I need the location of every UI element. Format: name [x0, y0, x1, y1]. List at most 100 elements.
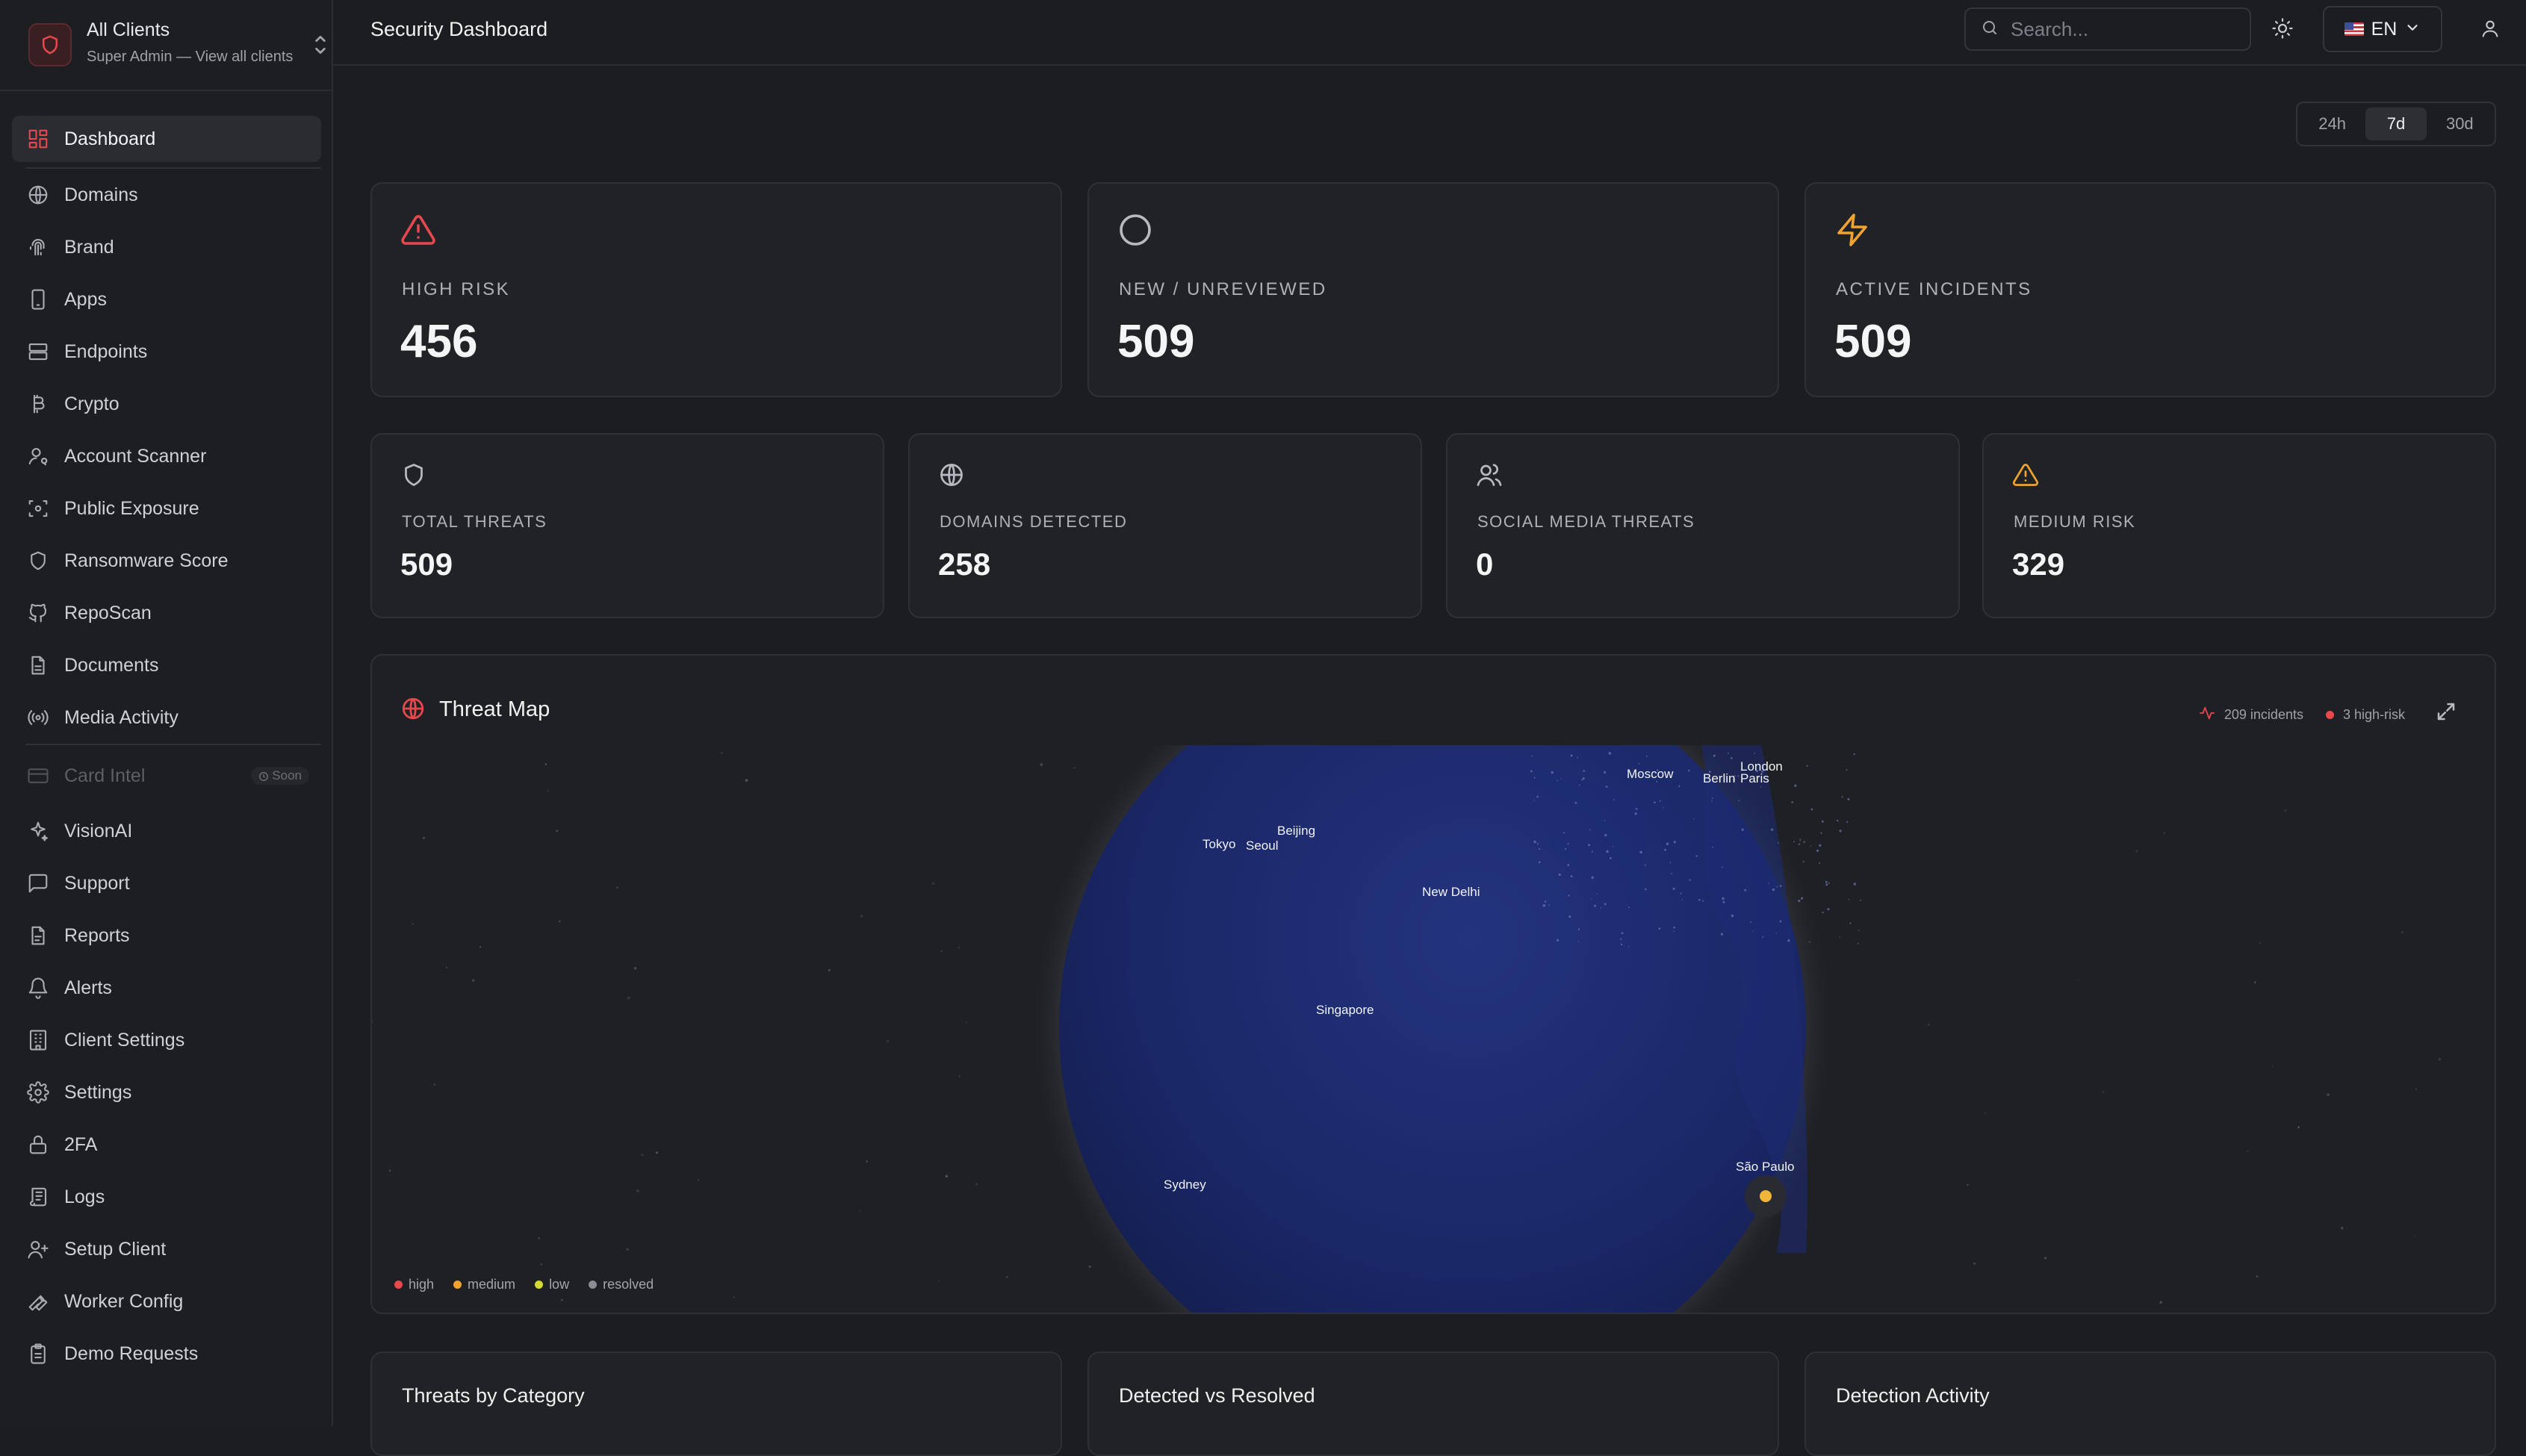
bitcoin-icon	[27, 393, 49, 415]
sidebar-item-support[interactable]: Support	[12, 860, 321, 906]
chart-card-title: Detection Activity	[1836, 1384, 1990, 1407]
stat-card-new-unreviewed[interactable]: NEW / UNREVIEWED 509	[1087, 182, 1779, 397]
sidebar-item-account-scanner[interactable]: Account Scanner	[12, 433, 321, 479]
sidebar-item-label: Account Scanner	[64, 445, 207, 467]
city-label: New Delhi	[1422, 885, 1480, 899]
expand-map-button[interactable]	[2435, 700, 2459, 724]
sidebar-item-dashboard[interactable]: Dashboard	[12, 116, 321, 162]
stat-card-high-risk[interactable]: HIGH RISK 456	[370, 182, 1062, 397]
alert-triangle-icon	[400, 212, 436, 248]
sidebar-item-2fa[interactable]: 2FA	[12, 1121, 321, 1168]
user-menu-button[interactable]	[2475, 15, 2505, 45]
sidebar: All Clients Super Admin — View all clien…	[0, 0, 333, 1426]
sidebar-item-label: Documents	[64, 654, 159, 676]
sidebar-item-endpoints[interactable]: Endpoints	[12, 329, 321, 375]
sidebar-item-setup-client[interactable]: Setup Client	[12, 1226, 321, 1272]
globe-visualization[interactable]: MoscowLondonBerlin ParisBeijingTokyo Seoul…	[372, 656, 2496, 1314]
stat-value: 258	[938, 547, 991, 582]
language-label: EN	[2371, 18, 2398, 40]
range-option-24h[interactable]: 24h	[2302, 108, 2362, 140]
us-flag-icon	[2344, 22, 2364, 36]
credit-card-icon	[27, 765, 49, 787]
sidebar-item-alerts[interactable]: Alerts	[12, 965, 321, 1011]
incidents-count: 209 incidents	[2224, 707, 2303, 722]
search-box[interactable]	[1964, 7, 2251, 51]
sidebar-item-label: Card Intel	[64, 765, 146, 786]
chart-card-threats-by-category: Threats by Category	[370, 1351, 1062, 1456]
legend-label: high	[409, 1277, 435, 1292]
range-option-30d[interactable]: 30d	[2430, 108, 2490, 140]
stat-value: 329	[2012, 547, 2065, 582]
chevrons-up-down-icon	[312, 33, 329, 57]
sidebar-item-reposcan[interactable]: RepoScan	[12, 590, 321, 636]
sun-icon	[2271, 17, 2294, 43]
sparkles-icon	[27, 820, 49, 842]
legend-item-medium: medium	[453, 1277, 515, 1292]
user-icon	[2480, 18, 2501, 43]
sidebar-item-visionai[interactable]: VisionAI	[12, 808, 321, 854]
sidebar-item-label: Logs	[64, 1186, 105, 1207]
sidebar-item-label: 2FA	[64, 1133, 98, 1155]
sidebar-item-crypto[interactable]: Crypto	[12, 381, 321, 427]
chart-card-detected-vs-resolved: Detected vs Resolved	[1087, 1351, 1779, 1456]
chevron-down-icon	[2404, 19, 2421, 40]
stat-card-active-incidents[interactable]: ACTIVE INCIDENTS 509	[1804, 182, 2496, 397]
chart-card-detection-activity: Detection Activity	[1804, 1351, 2496, 1456]
search-input[interactable]	[2009, 16, 2236, 42]
sidebar-item-media-activity[interactable]: Media Activity	[12, 694, 321, 741]
sidebar-item-label: RepoScan	[64, 602, 152, 623]
stat-value: 509	[1834, 316, 1912, 367]
theme-toggle-button[interactable]	[2268, 15, 2297, 45]
chart-card-title: Threats by Category	[402, 1384, 585, 1407]
stat-value: 456	[400, 316, 478, 367]
sidebar-item-documents[interactable]: Documents	[12, 642, 321, 688]
city-label: Moscow	[1627, 767, 1674, 781]
shield-icon	[27, 550, 49, 572]
city-label: Singapore	[1316, 1003, 1374, 1017]
sidebar-item-reports[interactable]: Reports	[12, 912, 321, 959]
city-label: Seoul	[1246, 839, 1278, 853]
sidebar-item-label: Public Exposure	[64, 497, 199, 519]
range-option-7d[interactable]: 7d	[2365, 108, 2427, 140]
high-risk-count: 3 high-risk	[2342, 707, 2405, 722]
sidebar-item-label: Apps	[64, 288, 107, 310]
stat-value: 509	[1117, 316, 1195, 367]
client-switcher[interactable]: All Clients Super Admin — View all clien…	[0, 0, 332, 91]
sidebar-item-domains[interactable]: Domains	[12, 172, 321, 218]
sidebar-item-client-settings[interactable]: Client Settings	[12, 1017, 321, 1063]
sidebar-item-settings[interactable]: Settings	[12, 1069, 321, 1116]
gear-icon	[27, 1081, 49, 1104]
legend-label: low	[549, 1277, 570, 1292]
sidebar-item-card-intel: Card Intel Soon	[12, 753, 321, 799]
sidebar-item-logs[interactable]: Logs	[12, 1174, 321, 1220]
radio-icon	[27, 706, 49, 729]
user-plus-icon	[27, 1238, 49, 1260]
stat-card-social-media-threats[interactable]: SOCIAL MEDIA THREATS 0	[1446, 433, 1960, 618]
threat-map-stats: 209 incidents 3 high-risk	[2199, 705, 2405, 725]
sidebar-item-label: Worker Config	[64, 1290, 184, 1312]
sidebar-item-label: Alerts	[64, 977, 112, 998]
clipboard-icon	[27, 1343, 49, 1365]
stat-card-total-threats[interactable]: TOTAL THREATS 509	[370, 433, 884, 618]
expand-icon	[2435, 703, 2457, 726]
stat-label: NEW / UNREVIEWED	[1119, 279, 1327, 299]
sidebar-item-ransomware-score[interactable]: Ransomware Score	[12, 538, 321, 584]
github-icon	[27, 602, 49, 624]
server-icon	[27, 340, 49, 363]
sidebar-item-label: Dashboard	[64, 128, 156, 149]
scroll-icon	[27, 1186, 49, 1208]
sidebar-item-brand[interactable]: Brand	[12, 224, 321, 270]
sidebar-item-worker-config[interactable]: Worker Config	[12, 1278, 321, 1325]
sidebar-item-apps[interactable]: Apps	[12, 276, 321, 323]
language-select[interactable]: EN	[2323, 6, 2442, 52]
legend-dot	[589, 1281, 598, 1289]
nav-divider	[25, 744, 321, 745]
stat-label: TOTAL THREATS	[402, 512, 547, 531]
sidebar-item-demo-requests[interactable]: Demo Requests	[12, 1331, 321, 1377]
stat-card-domains-detected[interactable]: DOMAINS DETECTED 258	[908, 433, 1422, 618]
circle-icon	[1117, 212, 1153, 248]
sidebar-item-public-exposure[interactable]: Public Exposure	[12, 485, 321, 532]
stat-value: 509	[400, 547, 453, 582]
stat-card-medium-risk[interactable]: MEDIUM RISK 329	[1982, 433, 2496, 618]
shield-icon	[400, 461, 427, 488]
